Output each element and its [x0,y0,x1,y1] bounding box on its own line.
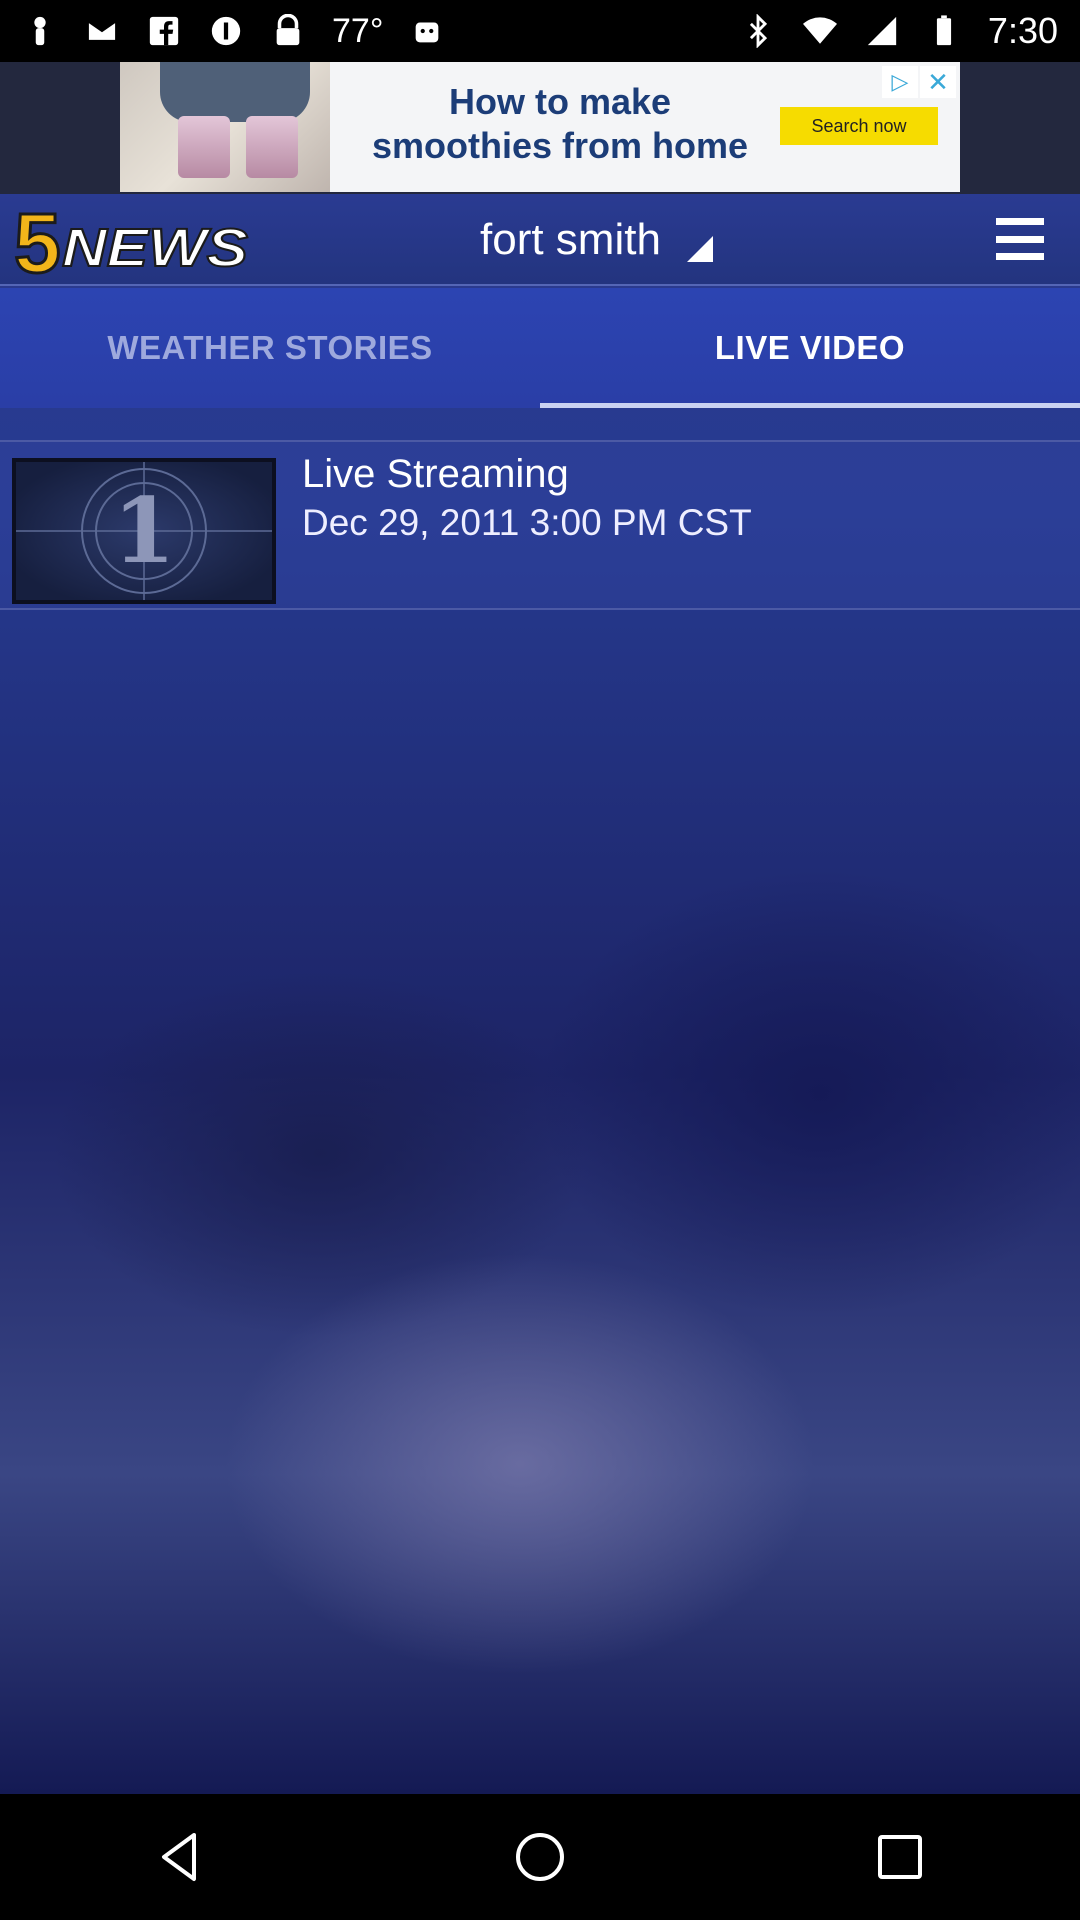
tab-weather-stories[interactable]: WEATHER STORIES [0,288,540,408]
dropdown-arrow-icon [686,236,713,262]
temperature-text: 77° [332,11,384,50]
lock-icon [270,11,306,51]
signal-icon [864,11,900,51]
svg-text:5: 5 [14,202,61,280]
facebook-icon [146,11,182,51]
tab-live-video[interactable]: LIVE VIDEO [540,288,1080,408]
status-left: 77° [22,11,445,51]
info-icon [208,11,244,51]
status-right: 7:30 [740,10,1058,52]
wifi-icon [802,11,838,51]
video-thumbnail[interactable]: 1 [12,458,276,604]
bluetooth-icon [740,11,776,51]
location-label: fort smith [480,215,661,264]
ad-headline: How to make smoothies from home [371,81,749,166]
ad-close-icon[interactable]: ✕ [920,66,956,98]
status-bar: 77° 7:30 [0,0,1080,62]
home-icon[interactable] [500,1817,580,1897]
back-icon[interactable] [140,1817,220,1897]
tab-bar: WEATHER STORIES LIVE VIDEO [0,288,1080,408]
location-selector[interactable]: fort smith [480,210,713,270]
ad-image [120,62,330,192]
menu-icon[interactable] [996,218,1044,260]
person-icon [22,11,58,51]
countdown-thumbnail-graphic: 1 [16,462,272,600]
clock-text: 7:30 [987,10,1058,51]
video-list-item[interactable]: 1 Live Streaming Dec 29, 2011 3:00 PM CS… [0,440,1080,610]
ad-search-button[interactable]: Search now [780,107,938,145]
android-icon [409,11,445,51]
video-title: Live Streaming [302,452,569,496]
svg-text:1: 1 [113,478,176,584]
recents-icon[interactable] [860,1817,940,1897]
video-date: Dec 29, 2011 3:00 PM CST [302,502,752,543]
navigation-bar [0,1794,1080,1920]
station-logo[interactable]: 5 NEWS [10,202,252,280]
top-bar: 5 NEWS fort smith [0,194,1080,286]
ad-strip: How to make smoothies from home Search n… [0,62,1080,194]
battery-icon [926,11,962,51]
svg-text:NEWS: NEWS [62,218,248,278]
mail-icon [84,11,120,51]
ad-banner[interactable]: How to make smoothies from home Search n… [120,62,960,192]
app-content: 5 NEWS fort smith WEATHER STORIES LIVE V… [0,194,1080,1794]
ad-choices-icon[interactable]: ▷ [882,66,918,98]
